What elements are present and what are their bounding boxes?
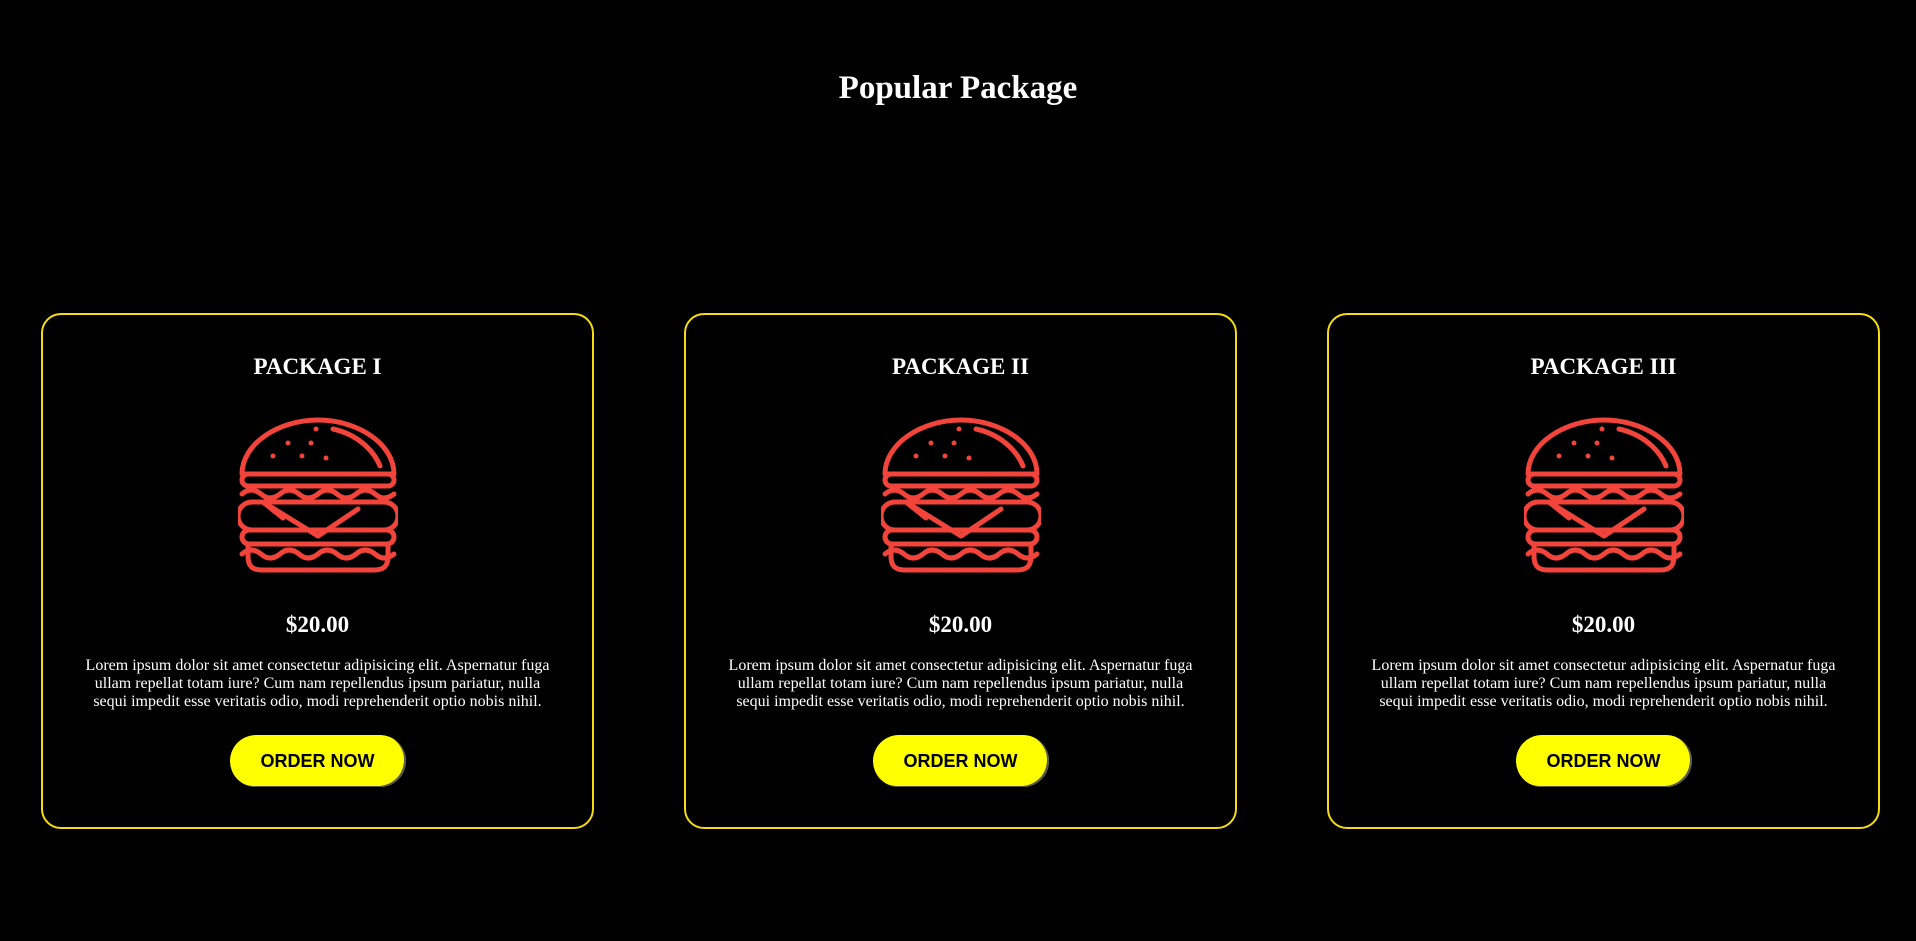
order-now-button[interactable]: ORDER NOW (229, 735, 406, 787)
burger-icon (1523, 417, 1684, 573)
package-title: PACKAGE II (892, 354, 1029, 379)
package-cards: PACKAGE I $20.00 Lorem ipsum dolor sit a… (41, 313, 1881, 829)
package-card-3: PACKAGE III $20.00 Lorem ipsum dolor sit… (1327, 313, 1880, 829)
page-title: Popular Package (838, 70, 1078, 106)
package-description: Lorem ipsum dolor sit amet consectetur a… (1371, 657, 1836, 710)
burger-icon (880, 417, 1041, 573)
package-price: $20.00 (928, 612, 993, 637)
package-description: Lorem ipsum dolor sit amet consectetur a… (85, 657, 550, 710)
order-now-button[interactable]: ORDER NOW (872, 735, 1049, 787)
package-title: PACKAGE III (1530, 354, 1677, 379)
package-title: PACKAGE I (253, 354, 382, 379)
package-price: $20.00 (1571, 612, 1636, 637)
package-price: $20.00 (285, 612, 350, 637)
package-card-1: PACKAGE I $20.00 Lorem ipsum dolor sit a… (41, 313, 594, 829)
order-now-button[interactable]: ORDER NOW (1515, 735, 1692, 787)
package-description: Lorem ipsum dolor sit amet consectetur a… (728, 657, 1193, 710)
burger-icon (237, 417, 398, 573)
package-card-2: PACKAGE II $20.00 Lorem ipsum dolor sit … (684, 313, 1237, 829)
